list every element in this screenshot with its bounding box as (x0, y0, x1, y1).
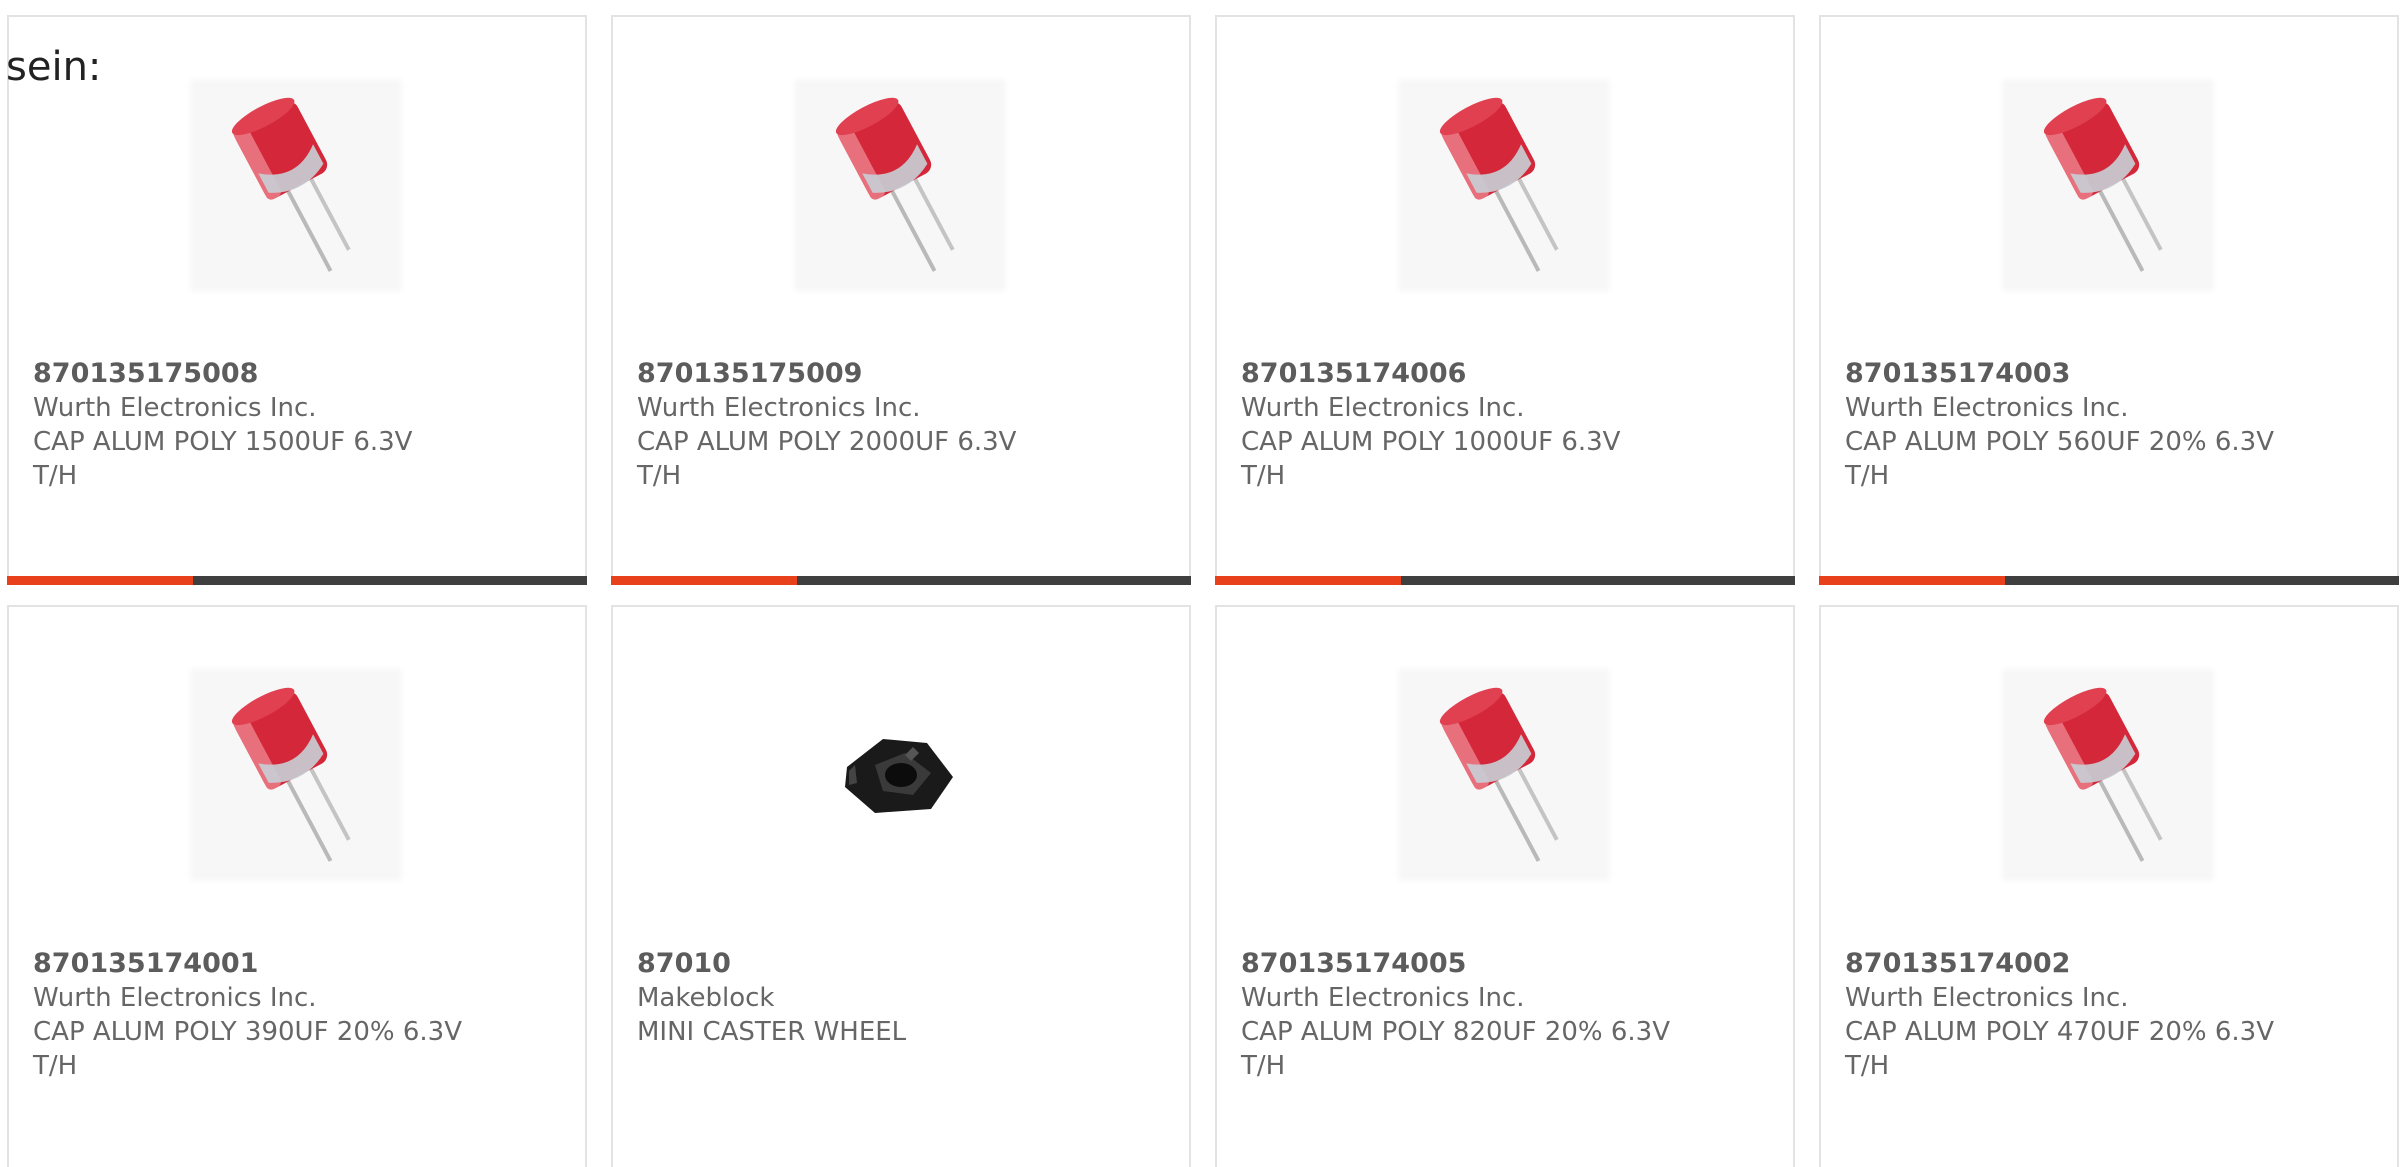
part-number[interactable]: 870135174001 (33, 947, 561, 981)
product-info: 870135174005 Wurth Electronics Inc. CAP … (1241, 947, 1769, 1083)
product-card[interactable]: 870135174001 Wurth Electronics Inc. CAP … (7, 605, 587, 1167)
description-line2: T/H (33, 461, 78, 491)
product-info: 87010 Makeblock MINI CASTER WHEEL (637, 947, 1165, 1049)
red-capacitor-icon (231, 687, 351, 862)
product-image[interactable] (196, 85, 396, 285)
manufacturer: Wurth Electronics Inc. (1845, 983, 2129, 1013)
product-info: 870135174001 Wurth Electronics Inc. CAP … (33, 947, 561, 1083)
product-card[interactable]: 870135174003 Wurth Electronics Inc. CAP … (1819, 15, 2399, 585)
product-info: 870135175008 Wurth Electronics Inc. CAP … (33, 357, 561, 493)
description-line1: MINI CASTER WHEEL (637, 1017, 907, 1047)
part-number[interactable]: 870135174005 (1241, 947, 1769, 981)
progress-fill (1819, 576, 2005, 585)
red-capacitor-icon (835, 97, 955, 272)
part-number[interactable]: 870135174003 (1845, 357, 2373, 391)
description-line1: CAP ALUM POLY 1500UF 6.3V (33, 427, 413, 457)
progress-bar (1819, 576, 2399, 585)
product-grid: 870135175008 Wurth Electronics Inc. CAP … (7, 15, 2399, 1167)
product-info: 870135174006 Wurth Electronics Inc. CAP … (1241, 357, 1769, 493)
intro-text: sein: (6, 44, 102, 90)
product-image[interactable] (196, 675, 396, 875)
part-number[interactable]: 87010 (637, 947, 1165, 981)
manufacturer: Wurth Electronics Inc. (33, 983, 317, 1013)
progress-bar (1215, 576, 1795, 585)
product-image[interactable] (1404, 675, 1604, 875)
description-line2: T/H (1845, 461, 1890, 491)
product-image[interactable] (2008, 675, 2208, 875)
description-line1: CAP ALUM POLY 2000UF 6.3V (637, 427, 1017, 457)
manufacturer: Wurth Electronics Inc. (637, 393, 921, 423)
description-line2: T/H (1845, 1051, 1890, 1081)
red-capacitor-icon (1439, 687, 1559, 862)
red-capacitor-icon (2043, 687, 2163, 862)
red-capacitor-icon (2043, 97, 2163, 272)
progress-bar (611, 576, 1191, 585)
description-line2: T/H (637, 461, 682, 491)
progress-bar (7, 576, 587, 585)
product-image[interactable] (800, 675, 1000, 875)
description-line1: CAP ALUM POLY 390UF 20% 6.3V (33, 1017, 462, 1047)
description-line2: T/H (1241, 461, 1286, 491)
manufacturer: Wurth Electronics Inc. (1845, 393, 2129, 423)
description-line2: T/H (1241, 1051, 1286, 1081)
part-number[interactable]: 870135174006 (1241, 357, 1769, 391)
part-number[interactable]: 870135174002 (1845, 947, 2373, 981)
product-card[interactable]: 870135174006 Wurth Electronics Inc. CAP … (1215, 15, 1795, 585)
description-line1: CAP ALUM POLY 470UF 20% 6.3V (1845, 1017, 2274, 1047)
part-number[interactable]: 870135175008 (33, 357, 561, 391)
product-info: 870135174003 Wurth Electronics Inc. CAP … (1845, 357, 2373, 493)
progress-fill (7, 576, 193, 585)
product-card[interactable]: 87010 Makeblock MINI CASTER WHEEL (611, 605, 1191, 1167)
product-image[interactable] (1404, 85, 1604, 285)
description-line1: CAP ALUM POLY 560UF 20% 6.3V (1845, 427, 2274, 457)
product-card[interactable]: 870135174005 Wurth Electronics Inc. CAP … (1215, 605, 1795, 1167)
product-card[interactable]: 870135175009 Wurth Electronics Inc. CAP … (611, 15, 1191, 585)
product-info: 870135175009 Wurth Electronics Inc. CAP … (637, 357, 1165, 493)
caster-wheel-icon (845, 739, 953, 813)
red-capacitor-icon (231, 97, 351, 272)
product-image[interactable] (2008, 85, 2208, 285)
red-capacitor-icon (1439, 97, 1559, 272)
product-card[interactable]: 870135174002 Wurth Electronics Inc. CAP … (1819, 605, 2399, 1167)
manufacturer: Wurth Electronics Inc. (1241, 983, 1525, 1013)
manufacturer: Wurth Electronics Inc. (33, 393, 317, 423)
part-number[interactable]: 870135175009 (637, 357, 1165, 391)
description-line1: CAP ALUM POLY 820UF 20% 6.3V (1241, 1017, 1670, 1047)
product-card[interactable]: 870135175008 Wurth Electronics Inc. CAP … (7, 15, 587, 585)
manufacturer: Wurth Electronics Inc. (1241, 393, 1525, 423)
product-info: 870135174002 Wurth Electronics Inc. CAP … (1845, 947, 2373, 1083)
product-listing-page: sein: 870135175008 Wurth Electronics Inc… (0, 0, 2400, 1167)
product-image[interactable] (800, 85, 1000, 285)
description-line1: CAP ALUM POLY 1000UF 6.3V (1241, 427, 1621, 457)
progress-fill (611, 576, 797, 585)
description-line2: T/H (33, 1051, 78, 1081)
progress-fill (1215, 576, 1401, 585)
manufacturer: Makeblock (637, 983, 775, 1013)
